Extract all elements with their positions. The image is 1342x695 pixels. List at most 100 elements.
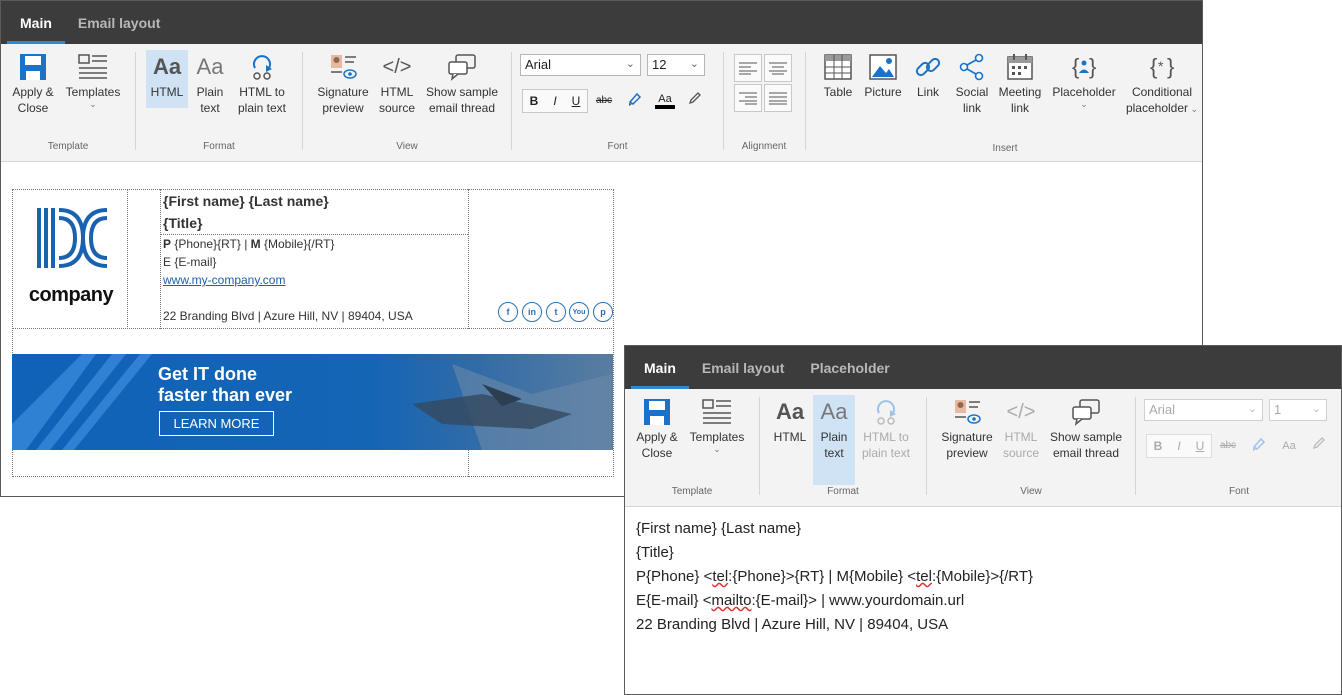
social-link-button[interactable]: Social link xyxy=(952,50,992,116)
code-icon: </> xyxy=(382,56,412,78)
social-link-label-2: link xyxy=(962,101,981,115)
plain-text-editor[interactable]: {First name} {Last name} {Title} P{Phone… xyxy=(625,508,1341,694)
plain-text-label-1: Plain xyxy=(196,85,224,99)
signature-preview-button[interactable]: Signature preview xyxy=(939,395,995,461)
font-family-select[interactable]: Arial ⌄ xyxy=(1144,399,1263,421)
learn-more-button[interactable]: LEARN MORE xyxy=(159,411,274,436)
bold-button[interactable]: B xyxy=(524,91,544,111)
plain-text-button[interactable]: Aa Plain text xyxy=(191,50,229,116)
chat-thread-icon xyxy=(1072,399,1100,426)
insert-group-label: Insert xyxy=(992,143,1018,154)
apply-close-label-1: Apply & xyxy=(12,85,54,99)
calendar-icon xyxy=(1007,54,1033,80)
aa-light-icon: Aa xyxy=(196,54,224,79)
html-source-label-2: source xyxy=(1002,446,1040,460)
strikethrough-button[interactable]: abc xyxy=(594,91,614,111)
email-text-b: :{E-mail}> | www.yourdomain.url xyxy=(751,592,965,609)
highlighter-icon xyxy=(628,92,642,106)
template-group-label: Template xyxy=(47,141,89,152)
placeholder-label: Placeholder xyxy=(1052,85,1116,99)
website-link[interactable]: www.my-company.com xyxy=(163,273,285,287)
tab-placeholder[interactable]: Placeholder xyxy=(797,346,902,389)
link-label: Link xyxy=(916,85,939,99)
align-center-button[interactable] xyxy=(764,54,792,82)
show-sample-email-thread-button[interactable]: Show sample email thread xyxy=(423,50,501,116)
apply-close-button[interactable]: Apply & Close xyxy=(7,50,59,116)
conditional-placeholder-label-2: placeholder xyxy=(1125,101,1188,115)
pinterest-icon[interactable]: p xyxy=(593,302,613,322)
html-to-plain-text-button[interactable]: HTML to plain text xyxy=(857,395,915,461)
table-label: Table xyxy=(823,85,853,99)
html-to-plain-text-button[interactable]: HTML to plain text xyxy=(233,50,291,116)
pencil-icon xyxy=(1312,437,1325,450)
italic-button[interactable]: I xyxy=(1169,436,1189,456)
html-to-plain-label-2: plain text xyxy=(861,446,911,460)
aa-light-icon: Aa xyxy=(820,399,848,424)
link-button[interactable]: Link xyxy=(908,50,948,100)
align-justify-button[interactable] xyxy=(764,84,792,112)
facebook-icon[interactable]: f xyxy=(498,302,518,322)
bold-button[interactable]: B xyxy=(1148,436,1168,456)
tab-main[interactable]: Main xyxy=(631,346,689,389)
align-left-button[interactable] xyxy=(734,54,762,82)
banner-headline-1: Get IT done xyxy=(158,364,257,384)
email-prefix: E xyxy=(163,255,172,269)
linkedin-icon[interactable]: in xyxy=(522,302,542,322)
highlight-button[interactable] xyxy=(1248,436,1268,456)
align-justify-icon xyxy=(769,92,787,105)
view-group-label: View xyxy=(1020,486,1042,497)
placeholder-button[interactable]: {} Placeholder ⌄ xyxy=(1050,50,1118,109)
phone-value: {Phone}{RT} | xyxy=(174,237,251,251)
picture-button[interactable]: Picture xyxy=(862,50,904,100)
html-label: HTML xyxy=(773,430,807,444)
italic-button[interactable]: I xyxy=(545,91,565,111)
html-source-button[interactable]: </> HTML source xyxy=(1001,395,1041,461)
font-size-select[interactable]: 12 ⌄ xyxy=(647,54,705,76)
tab-email-layout[interactable]: Email layout xyxy=(65,1,173,44)
tab-email-layout[interactable]: Email layout xyxy=(689,346,797,389)
signature-preview-button[interactable]: Signature preview xyxy=(315,50,371,116)
align-right-button[interactable] xyxy=(734,84,762,112)
templates-label: Templates xyxy=(65,85,121,99)
email-value: {E-mail} xyxy=(174,255,217,269)
conditional-placeholder-button[interactable]: {} * Conditional placeholder ⌄ xyxy=(1124,50,1200,117)
html-format-button[interactable]: Aa HTML xyxy=(146,50,188,108)
show-sample-email-thread-button[interactable]: Show sample email thread xyxy=(1047,395,1125,461)
code-icon: </> xyxy=(1006,401,1036,423)
twitter-icon[interactable]: t xyxy=(546,302,566,322)
font-color-button[interactable]: Aa xyxy=(1279,436,1299,456)
html-format-button[interactable]: Aa HTML xyxy=(770,395,810,445)
strikethrough-button[interactable]: abc xyxy=(1218,436,1238,456)
html-source-button[interactable]: </> HTML source xyxy=(377,50,417,116)
html-source-label-1: HTML xyxy=(1004,430,1038,444)
templates-button[interactable]: Templates ⌄ xyxy=(687,395,747,454)
conditional-placeholder-icon: {}* xyxy=(1150,54,1174,79)
meeting-link-button[interactable]: Meeting link xyxy=(996,50,1044,116)
phone-text-a: P{Phone} < xyxy=(636,568,713,585)
underline-button[interactable]: U xyxy=(566,91,586,111)
plaintext-line-name: {First name} {Last name} xyxy=(636,520,802,537)
save-icon xyxy=(20,54,46,80)
signature-preview-label-2: preview xyxy=(946,446,988,460)
apply-close-button[interactable]: Apply & Close xyxy=(631,395,683,461)
tab-main[interactable]: Main xyxy=(7,1,65,44)
chevron-down-icon: ⌄ xyxy=(1080,99,1088,109)
format-group: Aa HTML Aa Plain text HTML to plain text… xyxy=(760,389,926,507)
plain-text-button[interactable]: Aa Plain text xyxy=(813,395,855,485)
clear-format-button[interactable] xyxy=(1309,436,1329,456)
highlight-button[interactable] xyxy=(624,91,644,111)
table-divider xyxy=(127,189,128,329)
font-size-select[interactable]: 1 ⌄ xyxy=(1269,399,1327,421)
templates-button[interactable]: Templates ⌄ xyxy=(63,50,123,109)
html-label: HTML xyxy=(150,85,184,99)
font-color-button[interactable]: Aa xyxy=(655,89,675,109)
table-button[interactable]: Table xyxy=(818,50,858,100)
promo-banner[interactable]: Get IT done faster than ever LEARN MORE xyxy=(12,354,613,450)
font-family-value: Arial xyxy=(1149,402,1176,417)
underline-button[interactable]: U xyxy=(1190,436,1210,456)
youtube-icon[interactable]: You xyxy=(569,302,589,322)
aa-bold-icon: Aa xyxy=(152,54,182,79)
signature-preview-label-2: preview xyxy=(322,101,364,115)
clear-format-button[interactable] xyxy=(685,91,705,111)
font-family-select[interactable]: Arial ⌄ xyxy=(520,54,641,76)
